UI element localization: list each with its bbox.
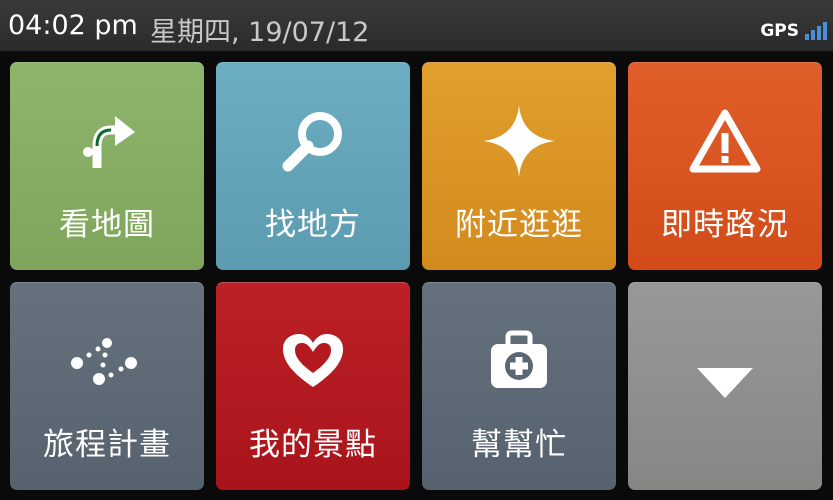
gps-label: GPS — [760, 21, 799, 41]
chevron-down-icon — [675, 343, 775, 423]
status-bar: 04:02 pm 星期四, 19/07/12 GPS — [0, 0, 833, 52]
status-date: 星期四, 19/07/12 — [150, 17, 370, 48]
status-time: 04:02 pm — [8, 10, 138, 41]
tile-help[interactable]: 幫幫忙 — [422, 282, 616, 490]
tile-find-place[interactable]: 找地方 — [216, 62, 410, 270]
tile-label: 看地圖 — [59, 207, 155, 243]
gps-indicator: GPS — [760, 18, 827, 40]
tile-label: 旅程計畫 — [43, 427, 171, 463]
route-plan-icon — [57, 321, 157, 401]
signal-bars-icon — [805, 22, 827, 40]
first-aid-kit-icon — [469, 321, 569, 401]
tile-my-places[interactable]: 我的景點 — [216, 282, 410, 490]
tile-label: 即時路況 — [661, 207, 789, 243]
tile-traffic[interactable]: 即時路況 — [628, 62, 822, 270]
tile-view-map[interactable]: 看地圖 — [10, 62, 204, 270]
tile-nearby[interactable]: 附近逛逛 — [422, 62, 616, 270]
sparkle-icon — [469, 101, 569, 181]
warning-icon — [675, 101, 775, 181]
tile-label: 幫幫忙 — [471, 427, 567, 463]
tile-label: 附近逛逛 — [455, 207, 583, 243]
tile-label: 我的景點 — [249, 427, 377, 463]
tile-trip-planner[interactable]: 旅程計畫 — [10, 282, 204, 490]
search-icon — [263, 101, 363, 181]
turn-arrow-icon — [57, 101, 157, 181]
tile-label: 找地方 — [265, 207, 361, 243]
heart-icon — [263, 321, 363, 401]
more-button[interactable] — [628, 282, 822, 490]
